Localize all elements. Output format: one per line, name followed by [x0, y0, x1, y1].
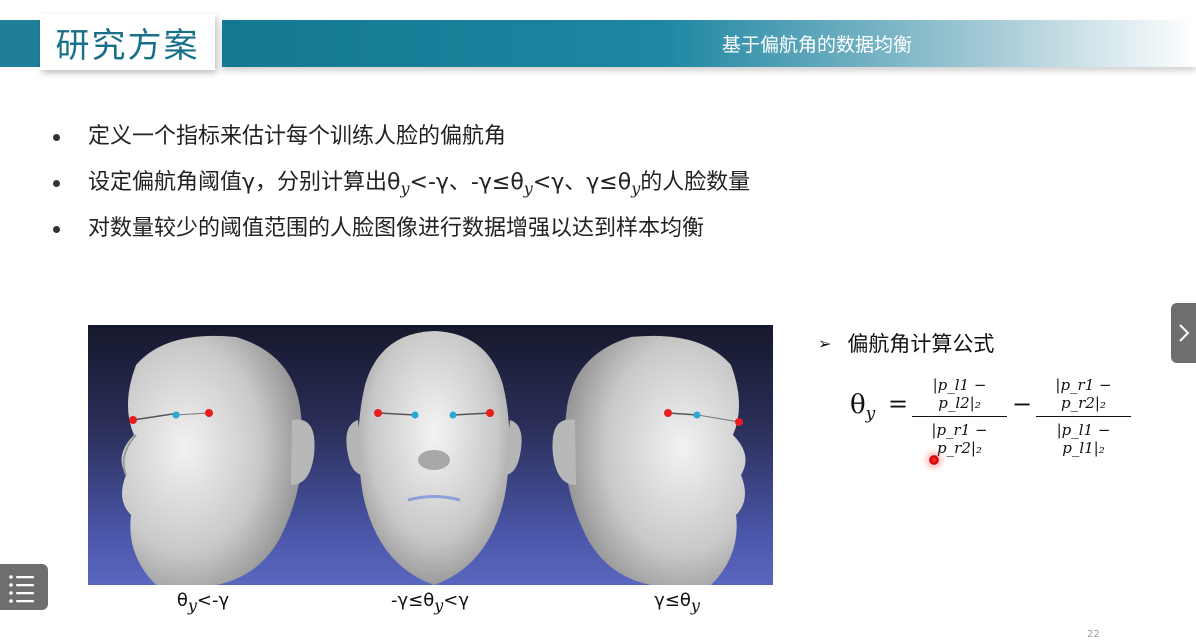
- yaw-formula: θy = |p_l1 − p_l2|₂ |p_r1 − p_r2|₂ − |p_…: [850, 376, 1150, 457]
- slide-menu-button[interactable]: [0, 564, 48, 610]
- caption-middle: -γ≤θy<γ: [350, 590, 510, 615]
- next-slide-button[interactable]: [1171, 303, 1196, 363]
- title-box: 研究方案: [40, 14, 215, 70]
- bullet-text-mid: <γ、γ≤θ: [532, 170, 632, 195]
- bullet-item: 对数量较少的阈值范围的人脸图像进行数据增强以达到样本均衡: [50, 210, 750, 256]
- landmark-red: [486, 409, 494, 417]
- bullet-text-mid: <-γ、-γ≤θ: [409, 170, 524, 195]
- bullet-list: 定义一个指标来估计每个训练人脸的偏航角 设定偏航角阈值γ，分别计算出θy<-γ、…: [50, 118, 750, 256]
- landmark-blue: [172, 411, 180, 419]
- landmark-blue: [449, 411, 457, 419]
- face-left-profile-image: [121, 335, 315, 585]
- bullet-item: 定义一个指标来估计每个训练人脸的偏航角: [50, 118, 750, 164]
- bullet-item: 设定偏航角阈值γ，分别计算出θy<-γ、-γ≤θy<γ、γ≤θy的人脸数量: [50, 164, 750, 210]
- bullet-text: 定义一个指标来估计每个训练人脸的偏航角: [88, 124, 507, 149]
- formula-lhs: θy: [850, 390, 875, 424]
- header-accent-bar: [0, 20, 40, 67]
- bullet-dot: [53, 134, 60, 141]
- caption-left: θy<-γ: [123, 590, 283, 615]
- face-figure: [88, 325, 773, 585]
- theta-subscript: y: [523, 179, 533, 198]
- bullet-text: 对数量较少的阈值范围的人脸图像进行数据增强以达到样本均衡: [88, 216, 705, 241]
- formula-heading: ➢ 偏航角计算公式: [818, 328, 994, 358]
- fraction-numerator: |p_l1 − p_l2|₂: [912, 376, 1007, 417]
- formula-theta-subscript: y: [865, 404, 876, 425]
- caption-subscript: y: [690, 596, 700, 615]
- caption-text: -γ≤θ: [390, 590, 435, 611]
- landmark-red: [735, 418, 743, 426]
- bullet-text-prefix: 设定偏航角阈值γ，分别计算出θ: [88, 170, 401, 195]
- formula-fraction-2: |p_r1 − p_r2|₂ |p_l1 − p_l1|₂: [1036, 376, 1131, 457]
- header-band: 基于偏航角的数据均衡: [222, 20, 1196, 67]
- bullet-dot: [53, 226, 60, 233]
- caption-text: γ≤θ: [654, 590, 691, 611]
- fraction-denominator: |p_r1 − p_r2|₂: [931, 421, 988, 457]
- page-number: 22: [1087, 629, 1100, 640]
- landmark-red: [374, 409, 382, 417]
- bullet-text-suffix: 的人脸数量: [640, 170, 751, 195]
- fraction-numerator: |p_r1 − p_r2|₂: [1036, 376, 1131, 417]
- menu-list-icon: [9, 575, 34, 603]
- formula-equals: =: [888, 390, 909, 418]
- caption-right: γ≤θy: [597, 590, 757, 615]
- face-frontal-image: [346, 331, 522, 585]
- face-right-profile-image: [552, 335, 746, 585]
- theta-subscript: y: [631, 179, 641, 198]
- caption-text: θ: [176, 590, 188, 611]
- arrow-bullet-icon: ➢: [818, 334, 832, 353]
- fraction-denominator: |p_l1 − p_l1|₂: [1056, 421, 1111, 457]
- landmark-red: [205, 409, 213, 417]
- chevron-right-icon: [1178, 324, 1189, 342]
- laser-pointer-dot: [929, 455, 939, 465]
- formula-theta: θ: [850, 390, 866, 420]
- caption-text: <-γ: [196, 590, 230, 611]
- landmark-red: [664, 409, 672, 417]
- theta-subscript: y: [400, 179, 410, 198]
- landmark-blue: [411, 411, 419, 419]
- page-subtitle: 基于偏航角的数据均衡: [722, 34, 913, 56]
- landmark-blue: [693, 411, 701, 419]
- bullet-dot: [53, 180, 60, 187]
- caption-subscript: y: [434, 596, 444, 615]
- formula-heading-text: 偏航角计算公式: [847, 332, 995, 356]
- page-title: 研究方案: [55, 25, 200, 66]
- landmark-red: [129, 416, 137, 424]
- formula-minus: −: [1012, 390, 1033, 418]
- caption-text: <γ: [443, 590, 470, 611]
- formula-fraction-1: |p_l1 − p_l2|₂ |p_r1 − p_r2|₂: [912, 376, 1007, 457]
- caption-subscript: y: [187, 596, 197, 615]
